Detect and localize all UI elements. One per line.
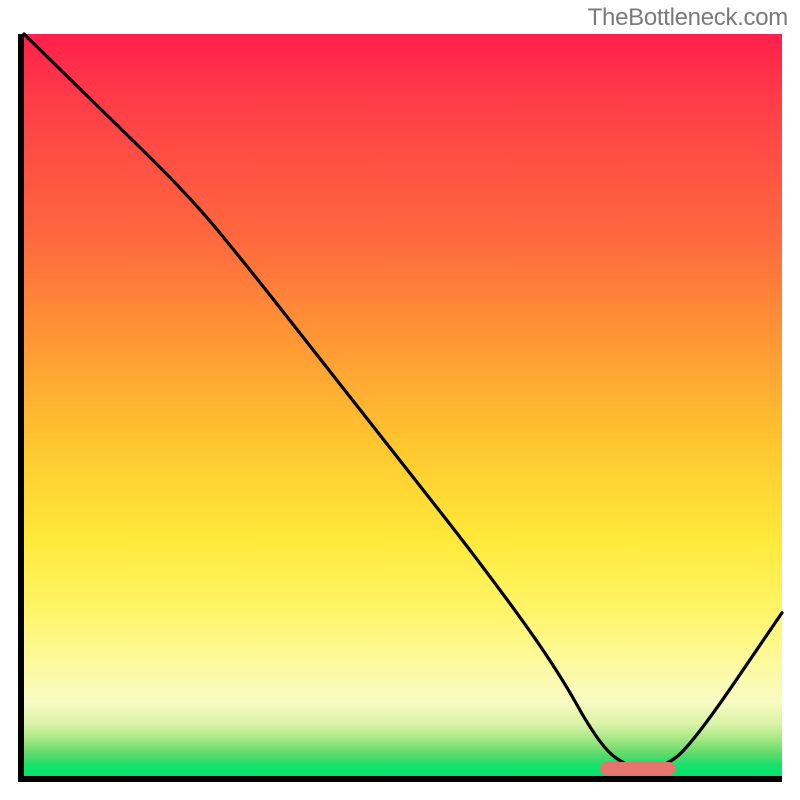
plot-area: [18, 34, 782, 782]
optimal-range-marker: [600, 762, 676, 775]
chart-container: TheBottleneck.com: [0, 0, 800, 800]
attribution-text: TheBottleneck.com: [588, 4, 788, 32]
overlay-svg: [24, 34, 782, 776]
curve-line: [24, 34, 782, 769]
